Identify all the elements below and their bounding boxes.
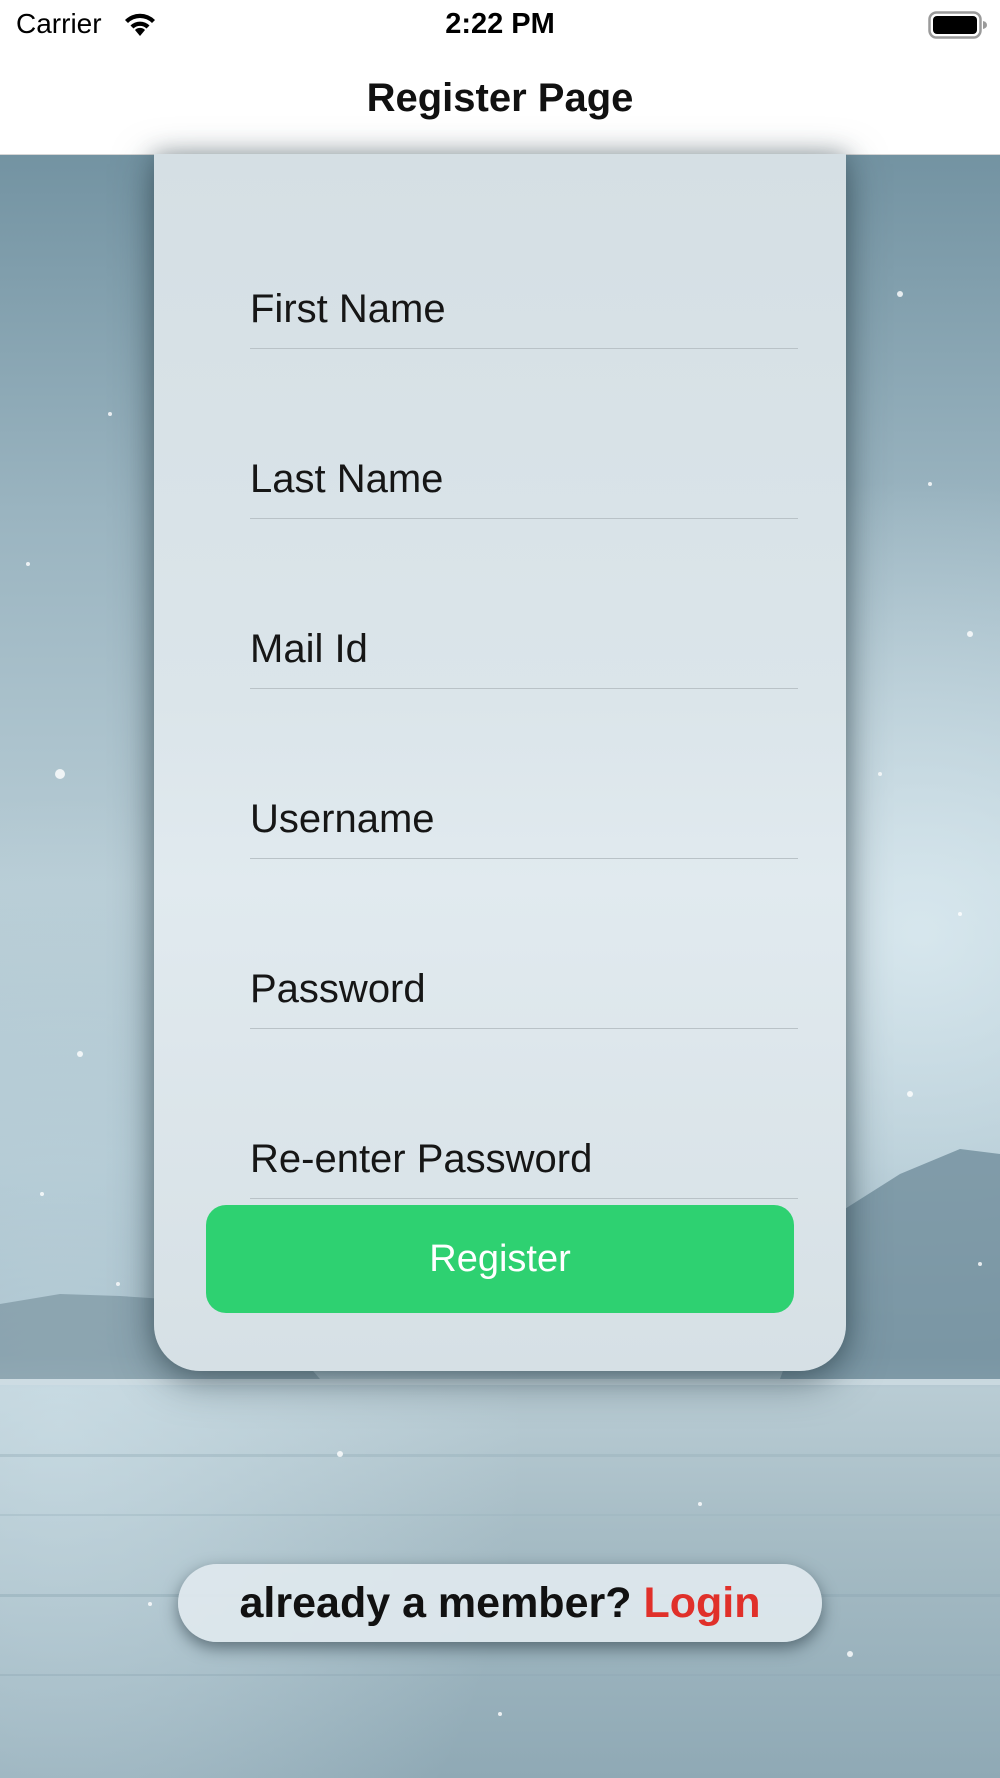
username-field — [250, 780, 798, 859]
page-title: Register Page — [366, 76, 634, 120]
register-form-card: Register — [154, 154, 846, 1371]
navigation-bar: Register Page — [0, 52, 1000, 155]
first-name-field — [250, 270, 798, 349]
login-prompt: already a member? Login — [178, 1564, 822, 1642]
password-input[interactable] — [250, 950, 798, 1028]
login-link[interactable]: Login — [643, 1579, 760, 1627]
battery-icon — [928, 11, 987, 39]
username-input[interactable] — [250, 780, 798, 858]
last-name-input[interactable] — [250, 440, 798, 518]
last-name-field — [250, 440, 798, 519]
re-enter-password-input[interactable] — [250, 1120, 798, 1198]
password-field — [250, 950, 798, 1029]
login-prompt-text: already a member? — [239, 1579, 644, 1627]
mail-id-input[interactable] — [250, 610, 798, 688]
re-enter-password-field — [250, 1120, 798, 1199]
first-name-input[interactable] — [250, 270, 798, 348]
status-time: 2:22 PM — [445, 8, 555, 40]
mail-id-field — [250, 610, 798, 689]
status-bar: Carrier 2:22 PM — [0, 0, 1000, 52]
register-button[interactable]: Register — [206, 1205, 794, 1313]
